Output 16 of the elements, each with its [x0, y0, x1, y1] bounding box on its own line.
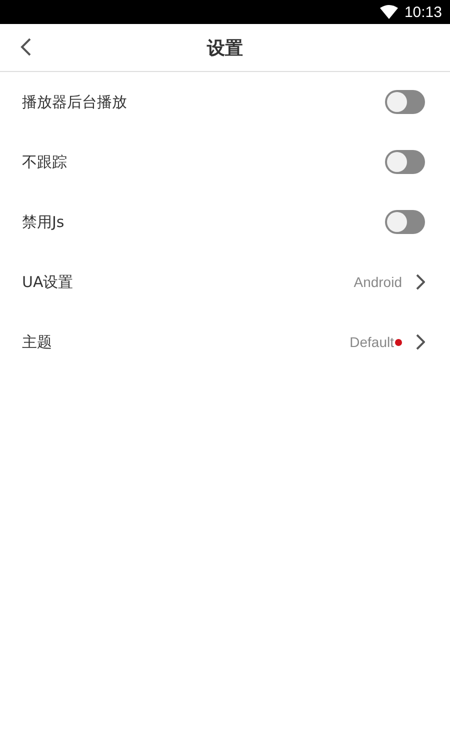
chevron-right-icon[interactable] — [416, 334, 425, 350]
toggle-switch[interactable] — [385, 210, 425, 234]
setting-label: 播放器后台播放 — [22, 92, 128, 112]
setting-value: Android — [354, 274, 402, 290]
toggle-switch[interactable] — [385, 150, 425, 174]
wifi-icon — [380, 5, 398, 19]
setting-label: UA设置 — [22, 272, 74, 292]
page-title: 设置 — [207, 36, 243, 60]
setting-label: 主题 — [22, 332, 53, 352]
clock-time: 10:13 — [404, 4, 442, 20]
back-icon[interactable] — [20, 37, 32, 57]
setting-value: Default — [350, 334, 394, 350]
toggle-switch[interactable] — [385, 90, 425, 114]
chevron-right-icon[interactable] — [416, 274, 425, 290]
setting-label: 禁用Js — [22, 212, 66, 232]
setting-label: 不跟踪 — [22, 152, 68, 172]
